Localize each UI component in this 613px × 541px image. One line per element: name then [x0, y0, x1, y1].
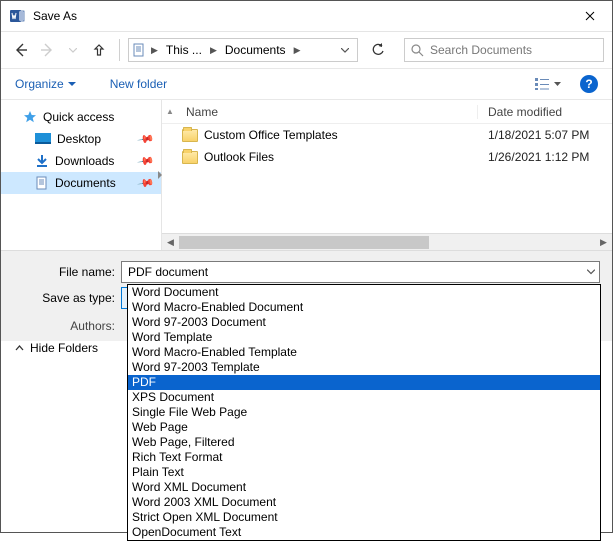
desktop-icon [35, 133, 51, 145]
type-option[interactable]: Word 97-2003 Template [128, 360, 600, 375]
type-option[interactable]: Strict Open XML Document [128, 510, 600, 525]
horizontal-scrollbar[interactable]: ◀ ▶ [162, 233, 612, 250]
breadcrumb-dropdown[interactable] [335, 48, 355, 53]
file-row[interactable]: Outlook Files 1/26/2021 1:12 PM [162, 146, 612, 168]
tree-item-quick-access[interactable]: Quick access [1, 106, 161, 128]
filename-label: File name: [13, 265, 121, 279]
pin-icon: 📌 [137, 174, 156, 193]
type-option[interactable]: Web Page [128, 420, 600, 435]
hide-folders-label: Hide Folders [30, 341, 98, 355]
type-option[interactable]: Word XML Document [128, 480, 600, 495]
recent-locations-button[interactable] [61, 38, 85, 62]
file-list-header: ▲ Name Date modified [162, 100, 612, 124]
filename-input[interactable]: PDF document [121, 261, 600, 283]
help-button[interactable]: ? [580, 75, 598, 93]
type-option[interactable]: Word Macro-Enabled Template [128, 345, 600, 360]
type-option[interactable]: XPS Document [128, 390, 600, 405]
type-option[interactable]: Word Document [128, 285, 600, 300]
tree-item-documents[interactable]: Documents 📌 [1, 172, 161, 194]
column-header-date[interactable]: Date modified [478, 105, 612, 119]
tree-label: Desktop [57, 132, 101, 146]
breadcrumb-item-this[interactable]: This ... [162, 39, 206, 61]
scroll-left-icon[interactable]: ◀ [162, 234, 179, 251]
pin-icon: 📌 [137, 130, 156, 149]
column-header-name[interactable]: Name [178, 105, 478, 119]
view-options-button[interactable] [529, 74, 566, 94]
type-option[interactable]: Word 2003 XML Document [128, 495, 600, 510]
type-option[interactable]: Word Macro-Enabled Document [128, 300, 600, 315]
nav-separator [119, 39, 120, 61]
file-name: Custom Office Templates [204, 128, 338, 142]
navigation-tree: Quick access Desktop 📌 Downloads 📌 Docum… [1, 100, 161, 250]
save-as-type-dropdown[interactable]: Word DocumentWord Macro-Enabled Document… [127, 284, 601, 541]
tree-item-desktop[interactable]: Desktop 📌 [1, 128, 161, 150]
title-bar: Save As [1, 1, 612, 32]
search-input[interactable]: Search Documents [404, 38, 604, 62]
type-option[interactable]: Rich Text Format [128, 450, 600, 465]
pin-icon: 📌 [137, 152, 156, 171]
chevron-right-icon[interactable]: ▶ [292, 45, 303, 56]
forward-button[interactable] [35, 38, 59, 62]
file-pane: ▲ Name Date modified Custom Office Templ… [162, 100, 612, 250]
file-list: Custom Office Templates 1/18/2021 5:07 P… [162, 124, 612, 233]
type-option[interactable]: Single File Web Page [128, 405, 600, 420]
window-title: Save As [33, 9, 77, 23]
scroll-right-icon[interactable]: ▶ [595, 234, 612, 251]
toolbar: Organize New folder ? [1, 68, 612, 100]
folder-icon [182, 151, 198, 164]
type-option[interactable]: PDF [128, 375, 600, 390]
file-date: 1/18/2021 5:07 PM [478, 128, 612, 142]
breadcrumb[interactable]: ▶ This ... ▶ Documents ▶ [128, 38, 358, 62]
nav-bar: ▶ This ... ▶ Documents ▶ Search Document… [1, 32, 612, 68]
tree-label: Quick access [43, 110, 114, 124]
chevron-right-icon[interactable]: ▶ [208, 45, 219, 56]
documents-icon [35, 176, 49, 190]
file-date: 1/26/2021 1:12 PM [478, 150, 612, 164]
organize-label: Organize [15, 77, 64, 91]
organize-button[interactable]: Organize [15, 77, 76, 91]
filename-row: File name: PDF document [13, 259, 600, 285]
refresh-button[interactable] [364, 38, 392, 62]
file-row[interactable]: Custom Office Templates 1/18/2021 5:07 P… [162, 124, 612, 146]
search-placeholder: Search Documents [430, 43, 532, 57]
type-option[interactable]: Web Page, Filtered [128, 435, 600, 450]
word-app-icon [9, 8, 25, 24]
authors-label: Authors: [13, 319, 121, 333]
download-icon [35, 154, 49, 168]
type-option[interactable]: Plain Text [128, 465, 600, 480]
type-option[interactable]: Word 97-2003 Document [128, 315, 600, 330]
scroll-thumb[interactable] [179, 236, 429, 249]
main-area: Quick access Desktop 📌 Downloads 📌 Docum… [1, 100, 612, 250]
new-folder-button[interactable]: New folder [110, 77, 167, 91]
splitter[interactable] [161, 100, 162, 250]
tree-item-downloads[interactable]: Downloads 📌 [1, 150, 161, 172]
header-scroll-up-icon[interactable]: ▲ [162, 107, 178, 116]
documents-location-icon [131, 42, 147, 58]
type-option[interactable]: Word Template [128, 330, 600, 345]
folder-icon [182, 129, 198, 142]
up-button[interactable] [87, 38, 111, 62]
file-name: Outlook Files [204, 150, 274, 164]
chevron-down-icon[interactable] [587, 270, 595, 275]
breadcrumb-item-documents[interactable]: Documents [221, 39, 290, 61]
tree-label: Downloads [55, 154, 114, 168]
close-button[interactable] [567, 1, 612, 32]
tree-label: Documents [55, 176, 116, 190]
filename-value: PDF document [128, 265, 208, 279]
save-as-type-label: Save as type: [13, 291, 121, 305]
star-icon [23, 110, 37, 124]
scroll-track[interactable] [179, 234, 595, 251]
back-button[interactable] [9, 38, 33, 62]
hide-folders-button[interactable]: Hide Folders [15, 341, 98, 355]
chevron-right-icon[interactable]: ▶ [149, 45, 160, 56]
search-icon [411, 44, 424, 57]
